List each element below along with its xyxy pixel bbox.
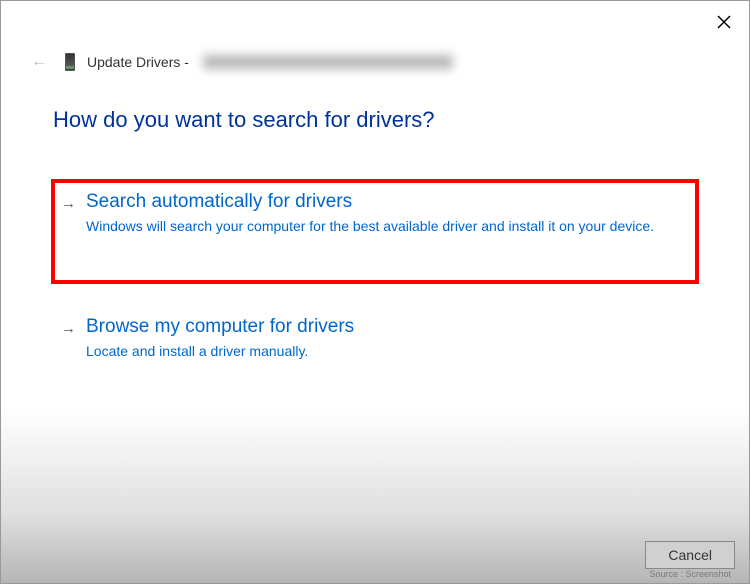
main-content: How do you want to search for drivers? →… xyxy=(53,107,697,401)
footer: Cancel xyxy=(645,541,735,569)
option-search-automatically[interactable]: → Search automatically for drivers Windo… xyxy=(53,181,697,282)
option-title: Search automatically for drivers xyxy=(86,191,683,213)
arrow-right-icon: → xyxy=(61,320,76,337)
cancel-button[interactable]: Cancel xyxy=(645,541,735,569)
source-label: Source : Screenshot xyxy=(649,569,731,579)
device-icon xyxy=(65,53,75,71)
option-description: Windows will search your computer for th… xyxy=(86,217,683,236)
close-button[interactable] xyxy=(713,11,735,33)
option-browse-computer[interactable]: → Browse my computer for drivers Locate … xyxy=(53,306,697,377)
dialog-window: ← Update Drivers - How do you want to se… xyxy=(0,0,750,584)
question-heading: How do you want to search for drivers? xyxy=(53,107,697,133)
option-text: Browse my computer for drivers Locate an… xyxy=(86,316,683,361)
device-name-obscured xyxy=(203,55,453,69)
arrow-right-icon: → xyxy=(61,195,76,212)
back-arrow-icon[interactable]: ← xyxy=(25,51,53,73)
option-title: Browse my computer for drivers xyxy=(86,316,683,338)
option-description: Locate and install a driver manually. xyxy=(86,342,683,361)
header-row: ← Update Drivers - xyxy=(25,51,453,73)
close-icon xyxy=(717,15,731,29)
option-text: Search automatically for drivers Windows… xyxy=(86,191,683,236)
header-title: Update Drivers - xyxy=(87,54,189,70)
